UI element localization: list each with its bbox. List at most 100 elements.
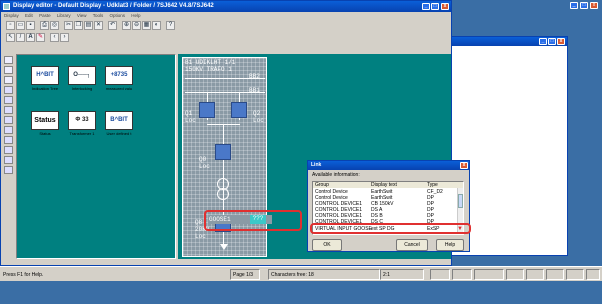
- new-file-icon[interactable]: ▫: [6, 21, 15, 30]
- open-folder-icon[interactable]: ▭: [16, 21, 25, 30]
- toggle-icon[interactable]: ◐: [152, 21, 161, 30]
- bg-maximize-button[interactable]: □: [548, 38, 556, 45]
- palette-tool-8-icon[interactable]: [4, 126, 13, 134]
- save-icon[interactable]: ▪: [26, 21, 35, 30]
- link-dialog-close-button[interactable]: x: [460, 162, 468, 169]
- status-cell: [452, 269, 472, 280]
- outer-maximize-button[interactable]: □: [580, 2, 588, 9]
- library-item-user-defined[interactable]: B^BIT User defined t: [100, 111, 138, 136]
- menu-help[interactable]: Help: [131, 13, 140, 18]
- help-pointer-icon[interactable]: ?: [166, 21, 175, 30]
- page-next-icon[interactable]: ›: [60, 33, 69, 42]
- outer-close-button[interactable]: x: [590, 2, 598, 9]
- library-item-label: User defined t: [106, 131, 132, 136]
- desktop-bottom: [0, 281, 602, 304]
- library-item-label: Status: [39, 131, 51, 136]
- zoom-out-icon[interactable]: ⊖: [132, 21, 141, 30]
- busbar-label-bb1: BB1: [249, 87, 260, 94]
- library-item-label: measured valu: [105, 86, 133, 91]
- column-header-group[interactable]: Group: [315, 182, 329, 188]
- help-button[interactable]: Help: [436, 239, 464, 251]
- palette-tool-7-icon[interactable]: [4, 116, 13, 124]
- toolbar-main: ▫ ▭ ▪ ⎙ ◎ ✂ ❐ ▤ ✕ ↶ ⊕ ⊖ ▦ ◐ ?: [4, 21, 448, 32]
- paste-icon[interactable]: ▤: [84, 21, 93, 30]
- outer-minimize-button[interactable]: _: [570, 2, 578, 9]
- library-item-transformer[interactable]: Φ 33 Transformer 1: [63, 111, 101, 136]
- status-cell: [430, 269, 450, 280]
- status-cell: [566, 269, 584, 280]
- undo-icon[interactable]: ↶: [108, 21, 117, 30]
- available-info-label: Available information:: [312, 172, 360, 178]
- column-header-display-text[interactable]: Display text: [371, 182, 397, 188]
- menu-paste[interactable]: Paste: [39, 13, 51, 18]
- library-item-label: Interlocking: [71, 86, 93, 91]
- goose-label: GOOSE1: [209, 216, 231, 223]
- main-minimize-button[interactable]: _: [422, 3, 430, 10]
- disconnector-q1-icon[interactable]: [199, 102, 215, 118]
- link-dialog-title: Link: [311, 162, 322, 168]
- library-item-status[interactable]: Status Status: [26, 111, 64, 136]
- column-header-type[interactable]: Type: [427, 182, 438, 188]
- palette-tool-3-icon[interactable]: [4, 76, 13, 84]
- menu-library[interactable]: Library: [57, 13, 71, 18]
- palette-tool-6-icon[interactable]: [4, 106, 13, 114]
- delete-icon[interactable]: ✕: [94, 21, 103, 30]
- select-arrow-icon[interactable]: ↖: [6, 33, 15, 42]
- palette-tool-12-icon[interactable]: [4, 166, 13, 174]
- library-item-measured-value[interactable]: +8735 measured valu: [100, 66, 138, 91]
- status-cell: [474, 269, 504, 280]
- library-item-indication-tree[interactable]: H^BIT Indication Tree: [26, 66, 64, 91]
- palette-tool-4-icon[interactable]: [4, 86, 13, 94]
- palette-tool-1-icon[interactable]: [4, 56, 13, 64]
- status-bar: Press F1 for Help. Page 1/3 Characters f…: [0, 266, 602, 281]
- palette-tool-10-icon[interactable]: [4, 146, 13, 154]
- status-page-text: Page 1/3: [233, 272, 254, 278]
- transformer-winding-bottom: [217, 188, 229, 200]
- ok-button[interactable]: OK: [312, 239, 342, 251]
- link-dialog-titlebar[interactable]: Link x: [308, 161, 469, 170]
- menu-view[interactable]: View: [77, 13, 87, 18]
- palette-tool-9-icon[interactable]: [4, 136, 13, 144]
- grid-icon[interactable]: ▦: [142, 21, 151, 30]
- palette-tool-2-icon[interactable]: [4, 66, 13, 74]
- page-prev-icon[interactable]: ‹: [50, 33, 59, 42]
- library-item-interlocking[interactable]: O──┐ Interlocking: [63, 66, 101, 91]
- draw-line-icon[interactable]: /: [16, 33, 25, 42]
- library-panel: H^BIT Indication Tree O──┐ Interlocking …: [16, 54, 176, 259]
- canvas-header-bay: 150KV TRAFO 1: [185, 66, 232, 73]
- main-titlebar[interactable]: Display editor - Default Display - UdkIa…: [1, 1, 451, 12]
- bg-minimize-button[interactable]: _: [539, 38, 547, 45]
- preview-icon[interactable]: ◎: [50, 21, 59, 30]
- q1-loc-label: Loc: [185, 117, 196, 124]
- row-action-icon[interactable]: ▼: [457, 226, 465, 232]
- goose-field[interactable]: GOOSE1 ???: [208, 215, 272, 224]
- menu-options[interactable]: Options: [110, 13, 126, 18]
- scroll-thumb[interactable]: [458, 194, 463, 208]
- menu-tools[interactable]: Tools: [93, 13, 104, 18]
- bg-close-button[interactable]: x: [557, 38, 565, 45]
- link-dialog: Link x Available information: Group Disp…: [307, 160, 471, 252]
- pen-icon[interactable]: ✎: [36, 33, 45, 42]
- zoom-in-icon[interactable]: ⊕: [122, 21, 131, 30]
- status-cell: [586, 269, 600, 280]
- background-window-titlebar[interactable]: _ □ x: [451, 37, 567, 46]
- main-maximize-button[interactable]: □: [431, 3, 439, 10]
- palette-tool-11-icon[interactable]: [4, 156, 13, 164]
- text-tool-icon[interactable]: A: [26, 33, 35, 42]
- busbar-label-bb2: BB2: [249, 73, 260, 80]
- q2-label: Q2: [253, 110, 261, 117]
- palette-tool-5-icon[interactable]: [4, 96, 13, 104]
- main-close-button[interactable]: x: [441, 3, 449, 10]
- copy-icon[interactable]: ❐: [74, 21, 83, 30]
- cut-icon[interactable]: ✂: [64, 21, 73, 30]
- menu-display[interactable]: Display: [4, 13, 19, 18]
- outer-window-controls: _ □ x: [569, 0, 602, 10]
- key-icon: O──┐: [68, 66, 96, 85]
- library-item-label: Indication Tree: [31, 86, 59, 91]
- menu-edit[interactable]: Edit: [25, 13, 33, 18]
- app-icon: [3, 3, 10, 10]
- print-icon[interactable]: ⎙: [40, 21, 49, 30]
- disconnector-q2-icon[interactable]: [231, 102, 247, 118]
- cancel-button[interactable]: Cancel: [396, 239, 428, 251]
- breaker-q0-icon[interactable]: [215, 144, 231, 160]
